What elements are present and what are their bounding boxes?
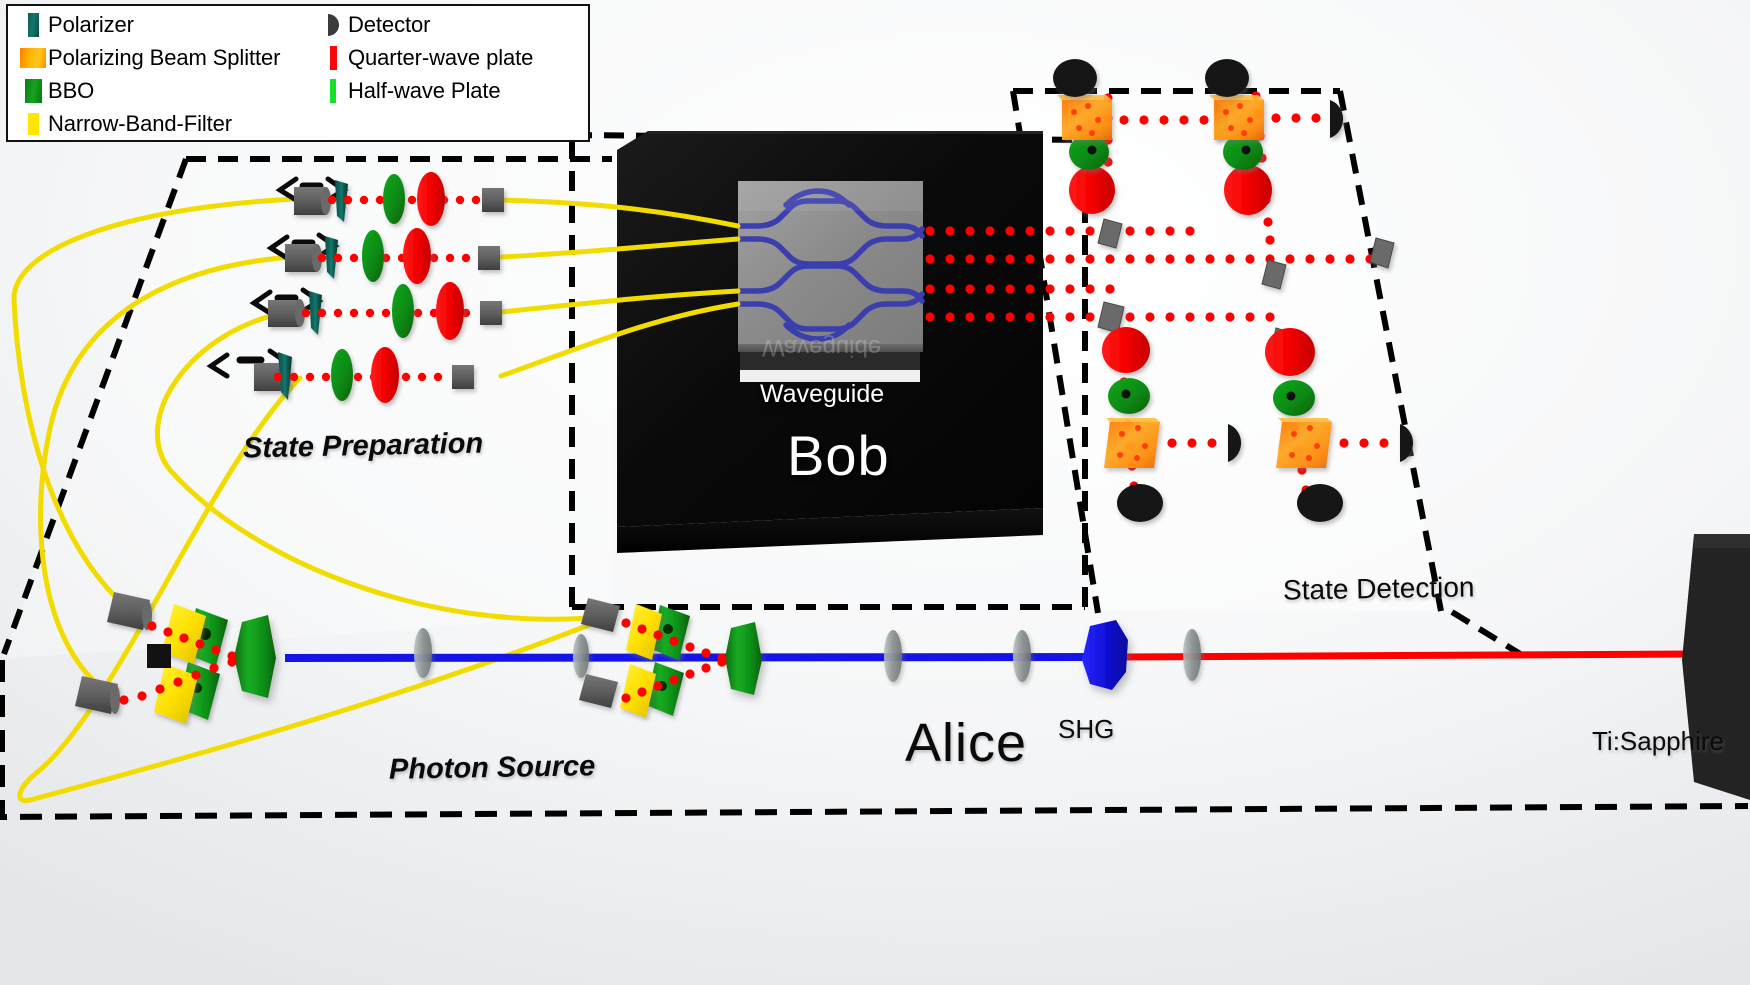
state-detection-label: State Detection [1282,571,1475,606]
experiment-scene [0,0,1750,985]
legend-item-polarizer: Polarizer [18,8,318,41]
quarter-wave-plate-icon [318,45,348,70]
legend-label: Polarizer [48,11,134,37]
detector-icon [318,13,348,36]
lens [1183,629,1201,681]
quarter-wave-plate [1069,166,1115,214]
legend-item-quarter-wave-plate: Quarter-wave plate [318,41,588,74]
bbo-crystal [725,622,762,695]
fiber-coupler [478,246,500,270]
half-wave-plate [362,230,384,282]
polarizing-beam-splitter [1057,95,1112,140]
polarizing-beam-splitter [1209,95,1264,140]
legend-item-narrow-band-filter: Narrow-Band-Filter [18,107,318,140]
photon-path [925,226,1095,236]
fiber-coupler [480,301,502,325]
quarter-wave-plate [371,347,399,403]
quarter-wave-plate [1102,327,1150,373]
legend-label: Narrow-Band-Filter [48,110,233,136]
state-preparation-label: State Preparation [242,427,484,465]
uv-pump-beam [284,653,1103,662]
quarter-wave-plate [417,172,445,226]
quarter-wave-plate [436,282,464,340]
quarter-wave-plate [403,228,431,284]
legend-item-polarizing-beam-splitter: Polarizing Beam Splitter [18,41,318,74]
fiber-coupler [268,299,305,327]
polarizer-icon [18,12,48,37]
legend-item-half-wave-plate: Half-wave Plate [318,74,588,107]
photon-path [925,254,1095,264]
detector [1205,59,1249,97]
waveguide-chip [738,181,925,352]
lens [573,634,589,678]
legend-item-detector: Detector [318,8,588,41]
photon-path [1271,113,1321,123]
narrow-band-filter-icon [18,112,48,135]
legend-label: Detector [348,11,431,37]
photon-path [1167,438,1217,448]
fiber-coupler [482,188,504,212]
half-wave-plate-icon [318,78,348,103]
half-wave-plate [392,284,414,338]
photon-path [1339,438,1389,448]
quarter-wave-plate [1224,165,1272,215]
legend-label: Half-wave Plate [348,77,501,103]
detector [1053,59,1097,97]
legend: Polarizer Polarizing Beam Splitter BBO N… [6,4,590,142]
alice-label: Alice [905,713,1028,773]
half-wave-plate [383,174,405,224]
ir-laser-beam [1121,650,1696,661]
lens [414,628,432,678]
legend-column-right: Detector Quarter-wave plate Half-wave Pl… [318,8,588,107]
waveguide-label: Waveguide [760,380,885,408]
bob-label: Bob [787,424,890,487]
lens [1013,630,1031,682]
detector [1117,484,1163,522]
fiber-coupler [294,187,331,215]
quarter-wave-plate [1265,328,1315,376]
photon-source-label: Photon Source [388,750,596,786]
detector [1297,484,1343,522]
legend-label: BBO [48,77,95,103]
fiber-coupler [452,365,474,389]
polarizing-beam-splitter [1104,418,1160,468]
waveguide-reflection-label: Waveguide [762,334,882,361]
legend-column-left: Polarizer Polarizing Beam Splitter BBO N… [18,8,318,140]
half-wave-plate [331,349,353,401]
fiber-coupler [285,244,322,272]
polarizing-beam-splitter-icon [18,47,48,68]
figure-canvas: Polarizer Polarizing Beam Splitter BBO N… [0,0,1750,985]
shg-label: SHG [1058,714,1115,744]
ti-sapphire-laser [1682,534,1750,800]
lens [884,630,902,682]
legend-item-bbo: BBO [18,74,318,107]
bbo-icon [18,78,48,103]
polarizing-beam-splitter [1276,418,1332,468]
beam-block [147,644,171,668]
legend-label: Polarizing Beam Splitter [48,44,281,70]
legend-label: Quarter-wave plate [348,44,534,70]
ti-sapphire-label: Ti:Sapphire [1592,726,1724,756]
